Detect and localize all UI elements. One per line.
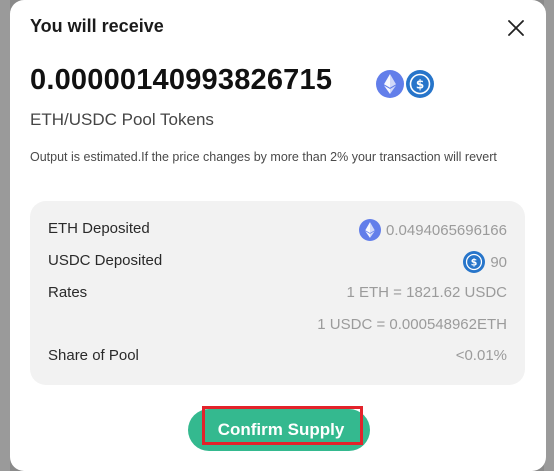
svg-text:$: $ — [471, 258, 478, 269]
usdc-deposited-value: 90 — [490, 253, 507, 271]
rate-eth-usdc: 1 ETH = 1821.62 USDC — [347, 284, 508, 301]
share-of-pool-value: <0.01% — [455, 347, 507, 364]
share-of-pool: <0.01% — [456, 347, 507, 364]
usdc-token-icon: $ — [463, 251, 486, 273]
rates-label: Rates — [48, 284, 88, 301]
rate-usdc-eth-value: 1 USDC = 0.000548962ETH — [317, 316, 507, 333]
svg-text:$: $ — [416, 78, 424, 92]
eth-token-icon — [376, 70, 404, 98]
receive-amount: 0.00000140993826715 — [30, 64, 333, 96]
rate-eth-usdc-value: 1 ETH = 1821.62 USDC — [346, 284, 508, 301]
eth-deposited-value-row: 0.0494065696166 — [359, 219, 507, 241]
background-page-left — [0, 0, 10, 471]
confirm-supply-label: Confirm Supply — [217, 420, 345, 439]
modal-title: You will receive — [30, 16, 164, 36]
share-of-pool-label: Share of Pool — [48, 347, 139, 364]
usdc-token-icon: $ — [406, 70, 434, 98]
close-icon — [508, 20, 524, 36]
confirm-supply-area: Confirm Supply — [188, 406, 370, 451]
pool-tokens-label: ETH/USDC Pool Tokens — [30, 110, 214, 129]
receive-modal: You will receive 0.00000140993826715 $ E… — [10, 0, 546, 471]
close-button[interactable] — [504, 16, 528, 40]
estimate-note: Output is estimated.If the price changes… — [30, 150, 497, 164]
usdc-deposited-label: USDC Deposited — [48, 252, 163, 269]
rate-usdc-eth: 1 USDC = 0.000548962ETH — [317, 316, 507, 333]
eth-deposited-value: 0.0494065696166 — [386, 221, 507, 239]
eth-deposited-label: ETH Deposited — [48, 220, 150, 237]
usdc-deposited-value-row: $ 90 — [463, 251, 507, 273]
token-pair-icons: $ — [376, 70, 434, 98]
eth-token-icon — [359, 219, 382, 241]
deposit-details-panel: ETH Deposited 0.0494065696166 USDC Depos… — [30, 201, 525, 385]
confirm-supply-button[interactable]: Confirm Supply — [188, 409, 370, 451]
